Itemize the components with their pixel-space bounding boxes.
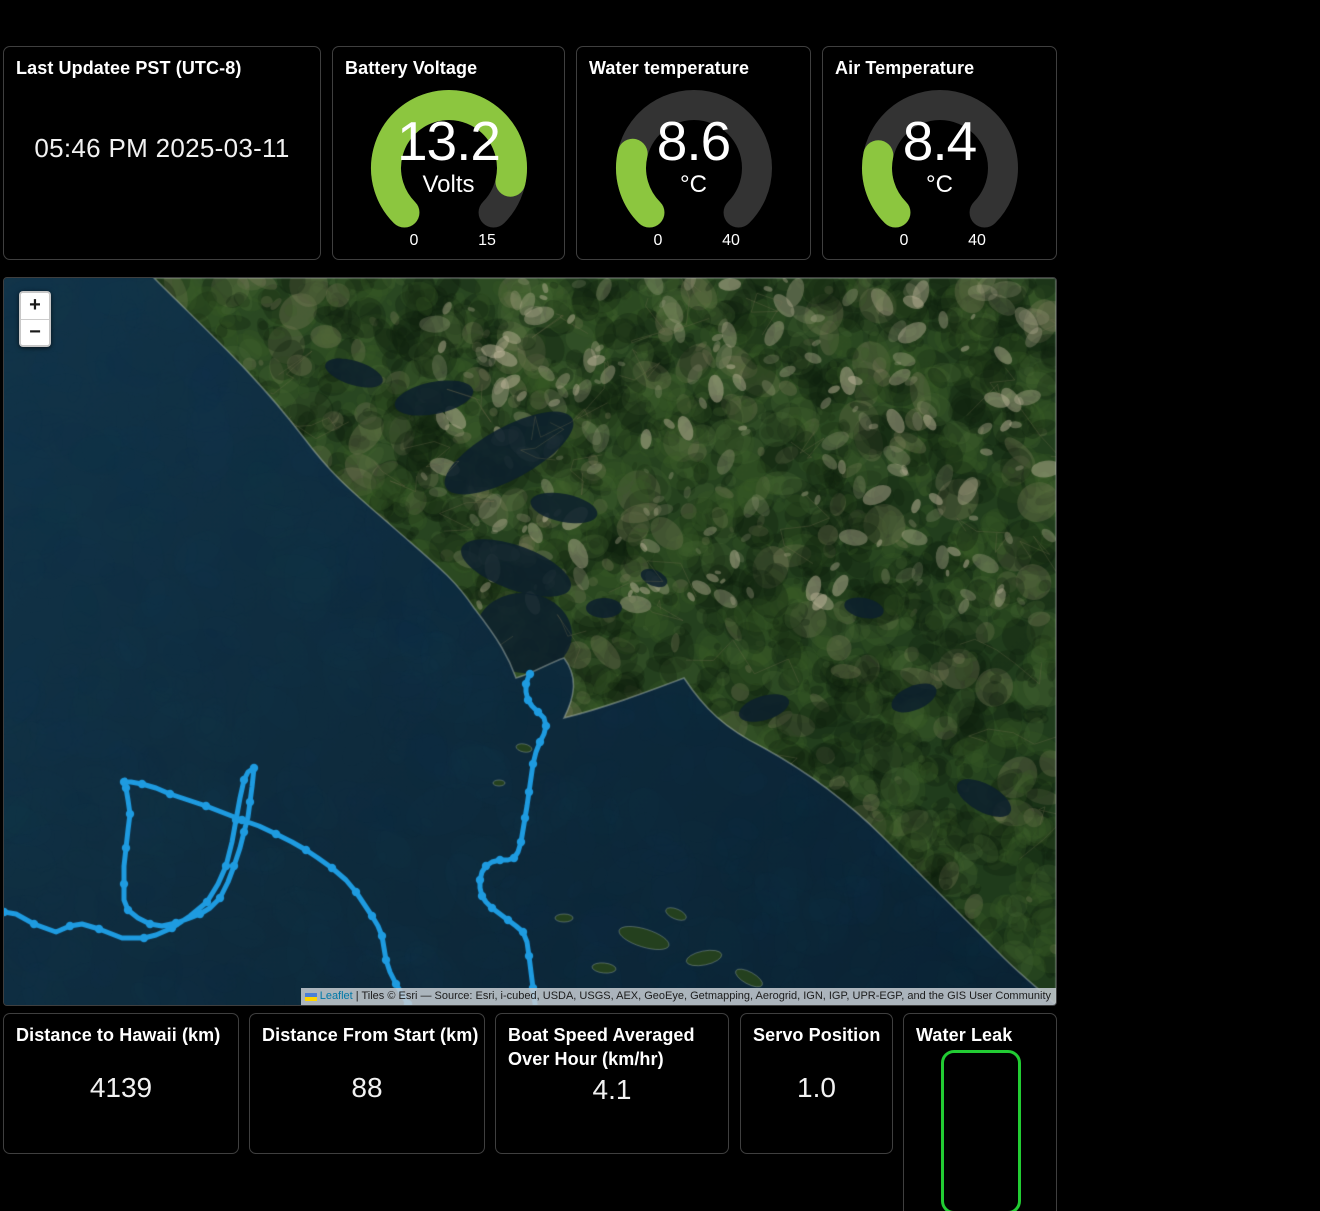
battery-gauge-arc	[370, 90, 527, 228]
water-temperature-gauge-arc	[615, 90, 772, 228]
last-update-timestamp: 05:46 PM 2025-03-11	[34, 133, 290, 163]
card-last-update-title: Last Updatee PST (UTC-8)	[16, 58, 242, 78]
card-air-temperature: Air Temperature 8.4 °C 0 40	[822, 46, 1057, 260]
map-attribution-text: | Tiles © Esri — Source: Esri, i-cubed, …	[355, 990, 1051, 1002]
map-tiles[interactable]	[4, 278, 1056, 1005]
distance-to-hawaii-value: 4139	[89, 1072, 153, 1103]
card-distance-from-start: Distance From Start (km) 88	[249, 1013, 485, 1154]
battery-gauge: 13.2 Volts 0 15	[333, 80, 564, 262]
card-battery-title: Battery Voltage	[345, 58, 478, 78]
zoom-out-button[interactable]: −	[21, 319, 49, 345]
map-zoom-control[interactable]: + −	[19, 291, 51, 347]
card-water-temperature-title: Water temperature	[589, 58, 750, 78]
card-water-leak: Water Leak	[903, 1013, 1057, 1211]
card-water-temperature: Water temperature 8.6 °C 0 40	[576, 46, 811, 260]
ukraine-flag-icon	[304, 992, 317, 1001]
water-leak-status-indicator	[941, 1050, 1021, 1211]
card-distance-from-start-title: Distance From Start (km)	[262, 1025, 479, 1045]
card-battery-voltage: Battery Voltage 13.2 Volts 0 15	[332, 46, 565, 260]
card-water-leak-title: Water Leak	[916, 1025, 1013, 1045]
card-air-temperature-title: Air Temperature	[835, 58, 975, 78]
dashboard-root: Last Updatee PST (UTC-8) 05:46 PM 2025-0…	[0, 0, 1320, 1211]
card-distance-to-hawaii-title: Distance to Hawaii (km)	[16, 1025, 221, 1045]
zoom-in-button[interactable]: +	[21, 293, 49, 319]
distance-from-start-value: 88	[351, 1072, 383, 1103]
map-container[interactable]: + − Leaflet | Tiles © Esri — Source: Esr…	[3, 277, 1057, 1006]
servo-position-value: 1.0	[797, 1072, 836, 1103]
map-attribution: Leaflet | Tiles © Esri — Source: Esri, i…	[300, 988, 1056, 1005]
card-boat-speed: Boat Speed Averaged Over Hour (km/hr) 4.…	[495, 1013, 729, 1154]
leaflet-link[interactable]: Leaflet	[320, 989, 353, 1004]
air-temperature-gauge: 8.4 °C 0 40	[823, 80, 1056, 262]
card-servo-position-title: Servo Position	[753, 1025, 881, 1045]
air-temperature-gauge-arc	[861, 90, 1018, 228]
card-servo-position: Servo Position 1.0	[740, 1013, 893, 1154]
card-last-update: Last Updatee PST (UTC-8) 05:46 PM 2025-0…	[3, 46, 321, 260]
boat-speed-value: 4.1	[592, 1074, 632, 1105]
water-temperature-gauge: 8.6 °C 0 40	[577, 80, 810, 262]
card-boat-speed-title: Boat Speed Averaged Over Hour (km/hr)	[508, 1025, 695, 1070]
card-distance-to-hawaii: Distance to Hawaii (km) 4139	[3, 1013, 239, 1154]
